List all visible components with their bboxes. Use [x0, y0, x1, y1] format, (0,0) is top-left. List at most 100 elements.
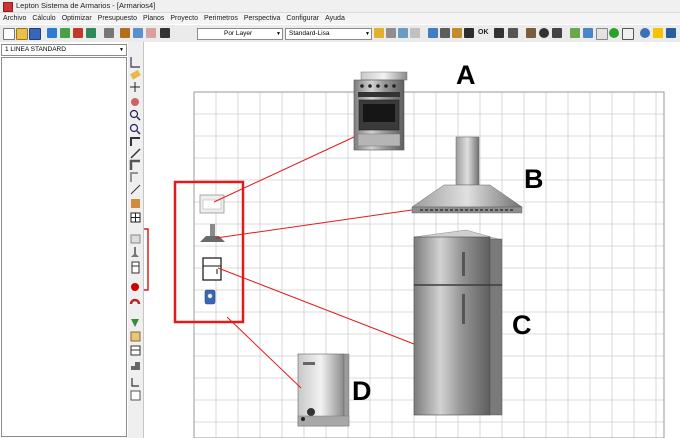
export-icon[interactable]	[60, 28, 70, 38]
series-combo[interactable]: 1 LINEA STANDARD ▼	[1, 44, 127, 56]
chevron-down-icon: ▼	[276, 31, 281, 37]
layers-icon[interactable]	[86, 28, 96, 38]
menu-presupuesto[interactable]: Presupuesto	[95, 13, 140, 24]
delete-icon[interactable]	[73, 28, 83, 38]
copy-icon[interactable]	[130, 390, 141, 401]
star-icon[interactable]	[653, 28, 663, 38]
go-icon[interactable]	[609, 28, 619, 38]
shield-icon[interactable]	[131, 319, 139, 327]
wall-icon[interactable]	[129, 159, 140, 170]
menu-calculo[interactable]: Cálculo	[29, 13, 58, 24]
image-icon[interactable]	[570, 28, 580, 38]
text-icon[interactable]	[374, 28, 384, 38]
refrigerator[interactable]	[413, 229, 503, 416]
save-icon[interactable]	[29, 28, 41, 40]
corner-icon[interactable]	[130, 137, 140, 146]
menu-ayuda[interactable]: Ayuda	[322, 13, 348, 24]
canvas-drawing: A B C D	[144, 60, 665, 438]
layer-combo[interactable]: Por Layer ▼	[197, 28, 283, 40]
layer-combo-value: Por Layer	[224, 30, 253, 37]
window-icon[interactable]	[583, 28, 593, 38]
zoom-out-icon[interactable]	[129, 123, 141, 135]
new-file-icon[interactable]	[3, 28, 15, 40]
hood-small-icon[interactable]	[131, 247, 139, 257]
menu-configurar[interactable]: Configurar	[283, 13, 322, 24]
calculator-icon[interactable]	[160, 28, 170, 38]
cabinet-icon[interactable]	[526, 28, 536, 38]
brush-icon[interactable]	[452, 28, 462, 38]
series-list[interactable]	[1, 57, 127, 437]
fridge-symbol-icon	[202, 257, 222, 281]
cabinet-icon[interactable]	[131, 199, 140, 208]
magnet-icon[interactable]	[129, 298, 141, 305]
water-heater-symbol-icon	[204, 289, 216, 305]
zoom-icon[interactable]	[398, 28, 408, 38]
line-icon[interactable]	[494, 28, 504, 38]
fridge-small-icon[interactable]	[131, 261, 140, 274]
callout-b: B	[524, 164, 544, 194]
door-icon[interactable]	[130, 331, 141, 342]
style-combo[interactable]: Standard-Lisa ▼	[285, 28, 372, 40]
callout-d: D	[352, 376, 372, 406]
range-hood[interactable]	[411, 136, 523, 214]
oven-symbol-icon	[199, 194, 225, 214]
hood-symbol-icon	[200, 224, 225, 242]
series-combo-value: 1 LINEA STANDARD	[5, 46, 66, 53]
main-toolbar: Por Layer ▼ Standard-Lisa ▼ OK	[0, 24, 680, 43]
ruler-icon[interactable]	[130, 69, 141, 80]
vertical-toolbar-icons	[129, 57, 141, 401]
window-title: Lepton Sistema de Armarios - [Armarios4]	[16, 1, 156, 10]
left-panel: 1 LINEA STANDARD ▼	[0, 42, 129, 438]
grid-tool-icon[interactable]	[130, 212, 141, 223]
app-icon	[3, 2, 13, 12]
rotate-icon[interactable]	[131, 378, 139, 387]
pan-tool-icon[interactable]	[131, 98, 139, 106]
open-folder-icon[interactable]	[16, 28, 28, 40]
oven-small-icon[interactable]	[130, 234, 141, 244]
panel-icon[interactable]	[130, 172, 138, 182]
refresh-icon[interactable]	[428, 28, 438, 38]
pencil-icon[interactable]	[120, 28, 130, 38]
ruler-icon[interactable]	[146, 28, 156, 38]
measure-icon[interactable]	[464, 28, 474, 38]
globe-icon[interactable]	[640, 28, 650, 38]
zoom-in-icon[interactable]	[129, 109, 141, 121]
menu-bar: Archivo Cálculo Optimizar Presupuesto Planos…	[0, 13, 680, 24]
menu-planos[interactable]: Planos	[140, 13, 167, 24]
preview-icon[interactable]	[133, 28, 143, 38]
dimension-icon[interactable]	[508, 28, 518, 38]
water-heater[interactable]	[297, 353, 350, 427]
water-heater-small-icon[interactable]	[131, 283, 139, 291]
print-icon[interactable]	[104, 28, 114, 38]
menu-perspectiva[interactable]: Perspectiva	[241, 13, 284, 24]
chevron-down-icon: ▼	[365, 31, 370, 37]
line-tool-icon[interactable]	[130, 184, 141, 195]
toolbar-highlight-box	[144, 228, 149, 291]
vertical-toolbar	[128, 42, 144, 438]
diagonal-line-icon[interactable]	[130, 148, 141, 159]
grid-icon[interactable]	[440, 28, 450, 38]
style-combo-value: Standard-Lisa	[289, 30, 330, 37]
pan-icon[interactable]	[410, 28, 420, 38]
callout-c: C	[512, 310, 532, 340]
checkbox-icon[interactable]	[622, 28, 634, 40]
stove-oven[interactable]	[353, 71, 408, 151]
menu-optimizar[interactable]: Optimizar	[59, 13, 95, 24]
crosshair-icon[interactable]	[130, 82, 140, 92]
drawing-canvas[interactable]: A B C D	[144, 42, 680, 438]
ok-button[interactable]: OK	[478, 27, 490, 37]
menu-perimetros[interactable]: Perimetros	[201, 13, 241, 24]
menu-archivo[interactable]: Archivo	[0, 13, 29, 24]
title-bar: Lepton Sistema de Armarios - [Armarios4]	[0, 0, 680, 13]
monitor-icon[interactable]	[47, 28, 57, 38]
axis-icon[interactable]	[130, 57, 140, 68]
list-icon[interactable]	[552, 28, 562, 38]
gear-icon[interactable]	[539, 28, 549, 38]
hand-icon[interactable]	[596, 28, 608, 40]
shelf-icon[interactable]	[130, 345, 141, 356]
help-icon[interactable]	[666, 28, 676, 38]
chevron-down-icon: ▼	[119, 47, 124, 53]
stairs-icon[interactable]	[131, 362, 140, 370]
menu-proyecto[interactable]: Proyecto	[167, 13, 201, 24]
zoom-window-icon[interactable]	[386, 28, 396, 38]
